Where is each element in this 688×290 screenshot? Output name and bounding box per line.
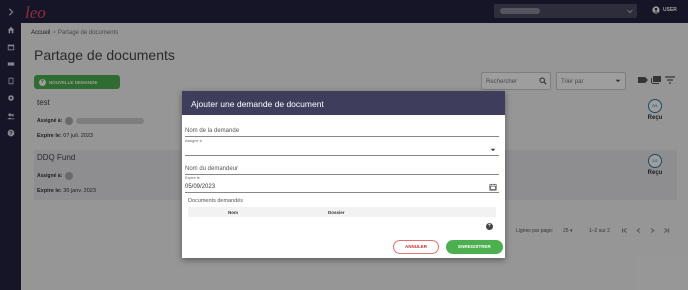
assigned-to-select[interactable]: Assigné à	[185, 139, 499, 156]
add-document-icon[interactable]: +	[486, 223, 493, 230]
requested-documents-table-header: Nom Dossier	[188, 207, 496, 217]
add-document-request-dialog: Ajouter une demande de document Nom de l…	[182, 91, 505, 258]
column-folder: Dossier	[328, 210, 345, 215]
chevron-down-icon	[490, 148, 496, 152]
requester-name-field[interactable]: Nom du demandeur	[185, 162, 499, 175]
requested-documents-title: Documents demandés	[188, 198, 244, 204]
expiry-date-value: 05/09/2023	[185, 184, 216, 190]
expiry-date-field[interactable]: Expire le 05/09/2023	[185, 176, 499, 193]
requester-name-placeholder: Nom du demandeur	[185, 166, 239, 172]
request-name-field[interactable]: Nom de la demande	[185, 124, 499, 137]
cancel-button[interactable]: ANNULER	[393, 240, 439, 254]
column-name: Nom	[228, 210, 238, 215]
request-name-placeholder: Nom de la demande	[185, 128, 240, 134]
save-button[interactable]: ENREGISTRER	[446, 240, 503, 254]
calendar-icon[interactable]	[489, 183, 497, 191]
dialog-title: Ajouter une demande de document	[182, 91, 505, 115]
expiry-date-label: Expire le	[185, 176, 200, 180]
assigned-to-label: Assigné à	[185, 139, 202, 143]
